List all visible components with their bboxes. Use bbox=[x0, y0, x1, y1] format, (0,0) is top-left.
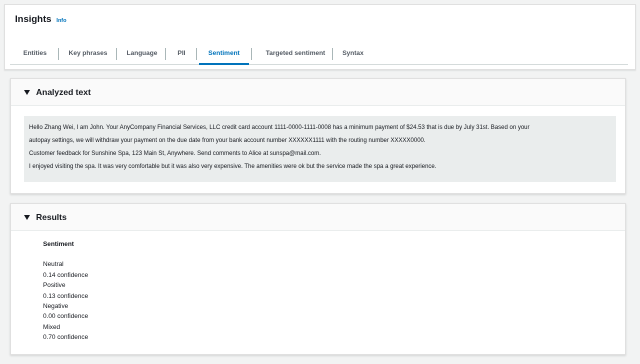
tab-sentiment[interactable]: Sentiment bbox=[199, 43, 249, 65]
tab-divider bbox=[116, 48, 117, 60]
tab-divider bbox=[196, 48, 197, 60]
sentiment-confidence: 0.13 confidence bbox=[43, 292, 89, 300]
sentiment-label: Negative bbox=[43, 303, 69, 311]
sentiment-confidence: 0.14 confidence bbox=[43, 271, 89, 279]
analyzed-text-line: I enjoyed visiting the spa. It was very … bbox=[29, 164, 437, 170]
tab-syntax[interactable]: Syntax bbox=[336, 43, 370, 65]
sentiment-label: Mixed bbox=[43, 323, 61, 331]
analyzed-text-header[interactable]: Analyzed text bbox=[11, 79, 625, 106]
tab-divider bbox=[165, 48, 166, 60]
tab-divider bbox=[251, 48, 252, 60]
analyzed-text-title: Analyzed text bbox=[36, 87, 91, 97]
sentiment-confidence: 0.70 confidence bbox=[43, 334, 89, 342]
results-panel: Results bbox=[10, 203, 626, 355]
sentiment-results: Sentiment Neutral 0.14 confidence Positi… bbox=[43, 240, 88, 344]
caret-down-icon[interactable] bbox=[24, 89, 30, 95]
tab-divider bbox=[332, 48, 333, 60]
sentiment-confidence: 0.00 confidence bbox=[43, 313, 89, 321]
tab-bar: Entities Key phrases Language PII Sentim… bbox=[10, 43, 628, 65]
page-title: Insights bbox=[15, 14, 52, 25]
tab-key-phrases[interactable]: Key phrases bbox=[62, 43, 114, 65]
results-header[interactable]: Results bbox=[11, 204, 625, 231]
analyzed-text-line: Hello Zhang Wei, I am John. Your AnyComp… bbox=[29, 125, 530, 131]
tab-divider bbox=[58, 48, 59, 60]
sentiment-label: Positive bbox=[43, 282, 66, 290]
tab-pii[interactable]: PII bbox=[170, 43, 193, 65]
results-title: Results bbox=[36, 212, 67, 222]
analyzed-text-line: autopay settings, we will withdraw your … bbox=[29, 138, 426, 144]
tab-language[interactable]: Language bbox=[121, 43, 163, 65]
sentiment-heading: Sentiment bbox=[43, 241, 74, 248]
sentiment-label: Neutral bbox=[43, 261, 64, 269]
info-link[interactable]: Info bbox=[56, 18, 66, 24]
tab-entities[interactable]: Entities bbox=[18, 43, 52, 65]
analyzed-text-line: Customer feedback for Sunshine Spa, 123 … bbox=[29, 151, 321, 157]
caret-down-icon[interactable] bbox=[24, 214, 30, 220]
tab-targeted-sentiment[interactable]: Targeted sentiment bbox=[255, 43, 336, 65]
analyzed-text-box: Hello Zhang Wei, I am John. Your AnyComp… bbox=[24, 116, 616, 182]
title-row: Insights Info bbox=[15, 14, 67, 30]
